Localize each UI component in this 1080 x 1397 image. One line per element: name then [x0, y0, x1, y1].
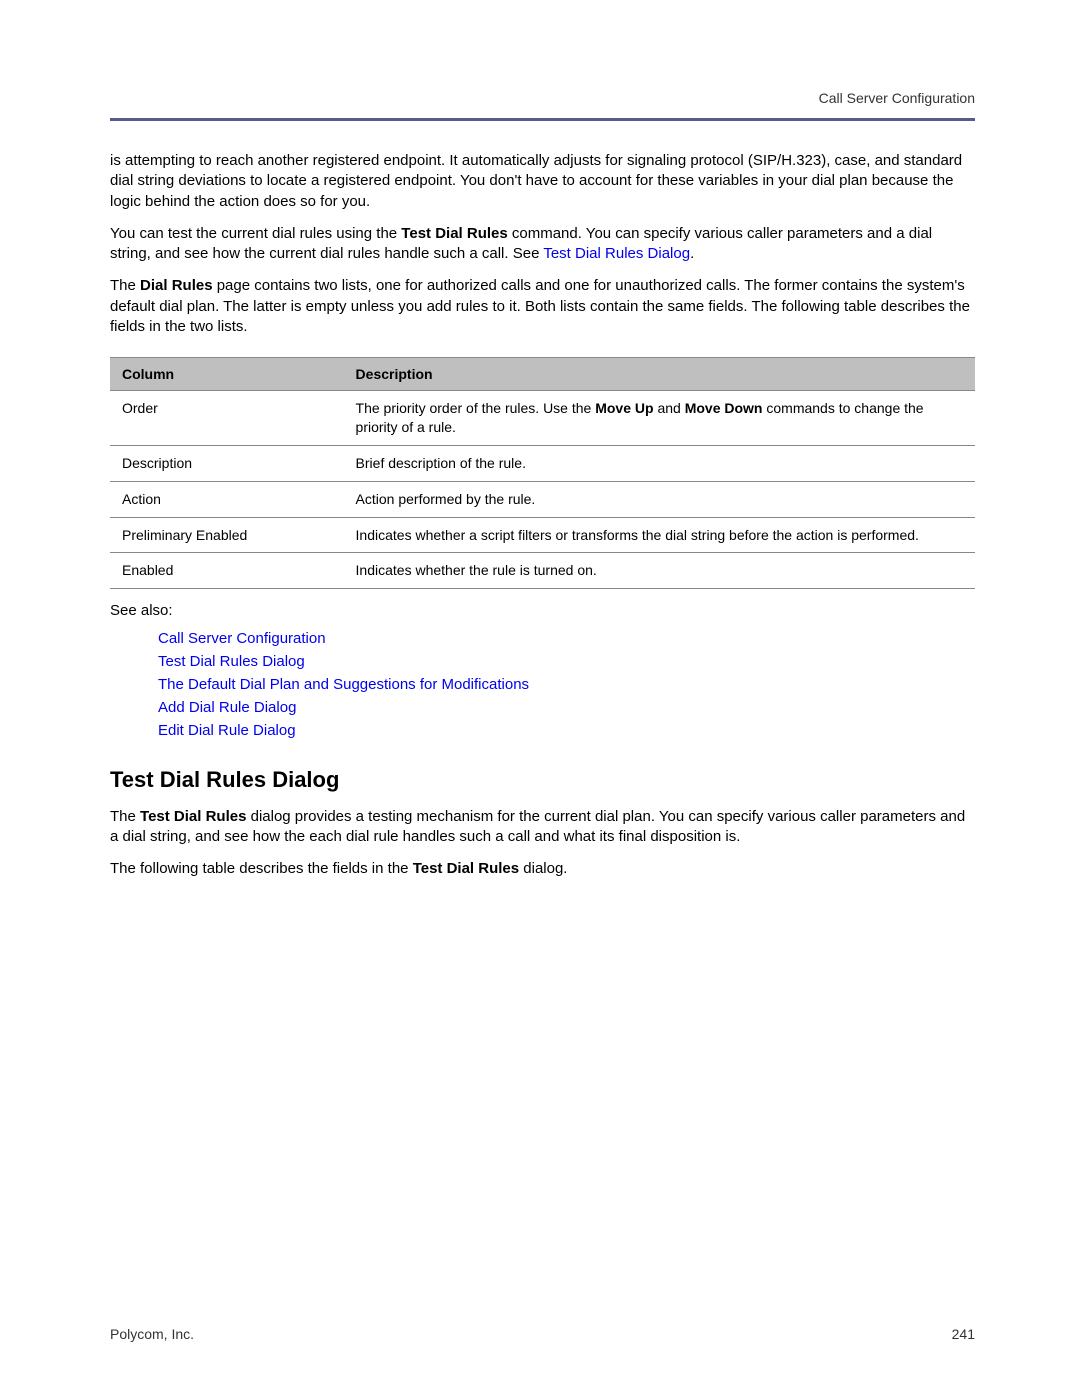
table-cell: Enabled: [110, 553, 344, 589]
page-header-section: Call Server Configuration: [110, 90, 975, 118]
table-cell: Action performed by the rule.: [344, 481, 975, 517]
body-paragraph: The Dial Rules page contains two lists, …: [110, 276, 975, 337]
text-bold: Dial Rules: [140, 277, 213, 294]
link-test-dial-rules-dialog[interactable]: Test Dial Rules Dialog: [543, 245, 690, 262]
body-paragraph: You can test the current dial rules usin…: [110, 224, 975, 265]
table-row: Order The priority order of the rules. U…: [110, 391, 975, 446]
link-test-dial-rules-dialog[interactable]: Test Dial Rules Dialog: [158, 653, 305, 670]
text-bold: Test Dial Rules: [140, 808, 246, 825]
list-item: Edit Dial Rule Dialog: [158, 722, 975, 739]
link-default-dial-plan[interactable]: The Default Dial Plan and Suggestions fo…: [158, 676, 529, 693]
table-header-row: Column Description: [110, 358, 975, 391]
table-cell: Brief description of the rule.: [344, 445, 975, 481]
table-row: Enabled Indicates whether the rule is tu…: [110, 553, 975, 589]
body-paragraph: The Test Dial Rules dialog provides a te…: [110, 807, 975, 848]
text-bold: Move Down: [685, 400, 763, 416]
link-edit-dial-rule-dialog[interactable]: Edit Dial Rule Dialog: [158, 722, 296, 739]
text: page contains two lists, one for authori…: [110, 277, 970, 335]
table-header: Column: [110, 358, 344, 391]
text: You can test the current dial rules usin…: [110, 225, 401, 242]
header-rule: [110, 118, 975, 121]
table-cell: Preliminary Enabled: [110, 517, 344, 553]
footer-page-number: 241: [952, 1326, 975, 1342]
footer-company: Polycom, Inc.: [110, 1326, 194, 1342]
table-cell: Action: [110, 481, 344, 517]
table-row: Action Action performed by the rule.: [110, 481, 975, 517]
page-footer: Polycom, Inc. 241: [110, 1326, 975, 1342]
table-row: Preliminary Enabled Indicates whether a …: [110, 517, 975, 553]
text: dialog.: [519, 860, 567, 877]
table-row: Description Brief description of the rul…: [110, 445, 975, 481]
text: and: [654, 400, 685, 416]
body-paragraph: is attempting to reach another registere…: [110, 151, 975, 212]
table-cell: The priority order of the rules. Use the…: [344, 391, 975, 446]
text-bold: Test Dial Rules: [413, 860, 519, 877]
table-cell: Description: [110, 445, 344, 481]
table-cell: Order: [110, 391, 344, 446]
list-item: The Default Dial Plan and Suggestions fo…: [158, 676, 975, 693]
text: The priority order of the rules. Use the: [356, 400, 596, 416]
text-bold: Test Dial Rules: [401, 225, 507, 242]
body-paragraph: The following table describes the fields…: [110, 859, 975, 879]
see-also-list: Call Server Configuration Test Dial Rule…: [110, 630, 975, 739]
list-item: Test Dial Rules Dialog: [158, 653, 975, 670]
text-bold: Move Up: [595, 400, 653, 416]
text: The: [110, 277, 140, 294]
text: The: [110, 808, 140, 825]
text: The following table describes the fields…: [110, 860, 413, 877]
see-also-label: See also:: [110, 601, 975, 621]
list-item: Call Server Configuration: [158, 630, 975, 647]
text: .: [690, 245, 694, 262]
dial-rules-columns-table: Column Description Order The priority or…: [110, 357, 975, 589]
section-heading: Test Dial Rules Dialog: [110, 767, 975, 793]
list-item: Add Dial Rule Dialog: [158, 699, 975, 716]
table-cell: Indicates whether the rule is turned on.: [344, 553, 975, 589]
page: Call Server Configuration is attempting …: [0, 0, 1080, 1397]
link-add-dial-rule-dialog[interactable]: Add Dial Rule Dialog: [158, 699, 296, 716]
table-header: Description: [344, 358, 975, 391]
link-call-server-configuration[interactable]: Call Server Configuration: [158, 630, 326, 647]
table-cell: Indicates whether a script filters or tr…: [344, 517, 975, 553]
